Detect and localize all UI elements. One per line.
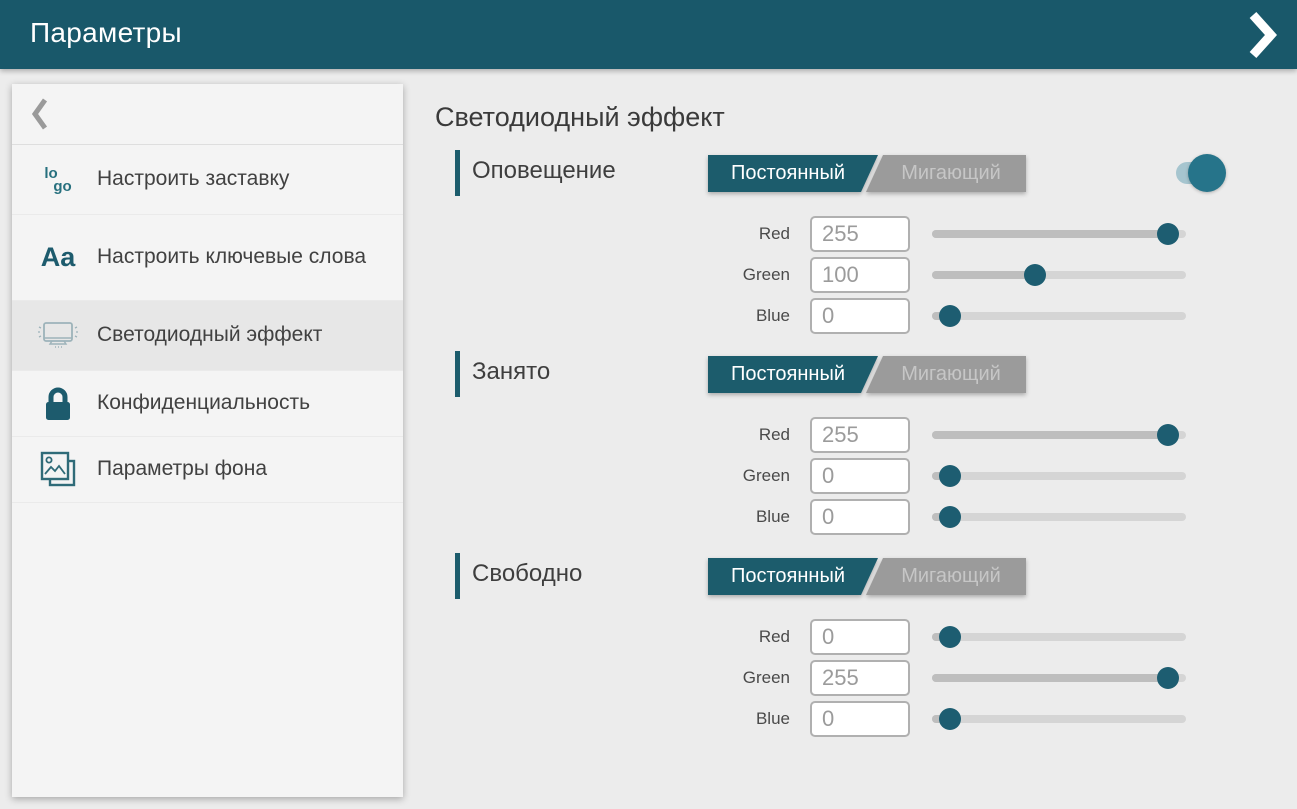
mode-option-blinking[interactable]: Мигающий: [866, 155, 1026, 192]
mode-option-constant[interactable]: Постоянный: [708, 558, 878, 595]
channel-label: Blue: [690, 709, 790, 729]
channel-row-red: Red: [435, 618, 1186, 655]
section-notification: Оповещение Постоянный Мигающий Red Green: [435, 150, 1235, 350]
slider-thumb[interactable]: [1157, 424, 1179, 446]
channel-slider[interactable]: [932, 465, 1186, 487]
mode-option-constant[interactable]: Постоянный: [708, 155, 878, 192]
section-free: Свободно Постоянный Мигающий Red Green: [435, 553, 1235, 753]
channel-value-input[interactable]: [810, 499, 910, 535]
switch-knob[interactable]: [1188, 154, 1226, 192]
slider-fill: [932, 271, 1035, 279]
collapse-panel-icon[interactable]: [1247, 11, 1277, 59]
sidebar-item-label: Настроить ключевые слова: [97, 244, 366, 270]
channel-label: Green: [690, 668, 790, 688]
sidebar-item-privacy[interactable]: Конфиденциальность: [12, 371, 403, 437]
channel-value-input[interactable]: [810, 298, 910, 334]
slider-thumb[interactable]: [1157, 223, 1179, 245]
sidebar-item-label: Настроить заставку: [97, 166, 289, 192]
logo-icon: lo go: [32, 167, 84, 193]
sidebar-item-label: Светодиодный эффект: [97, 322, 322, 348]
channel-row-green: Green: [435, 457, 1186, 494]
channel-label: Blue: [690, 306, 790, 326]
section-title: Оповещение: [472, 157, 616, 185]
slider-thumb[interactable]: [1024, 264, 1046, 286]
mode-toggle: Постоянный Мигающий: [708, 558, 1026, 595]
slider-fill: [932, 230, 1168, 238]
slider-track: [932, 472, 1186, 480]
channel-row-blue: Blue: [435, 498, 1186, 535]
channel-row-blue: Blue: [435, 297, 1186, 334]
channel-slider[interactable]: [932, 264, 1186, 286]
notification-led-switch[interactable]: [1176, 162, 1218, 184]
channel-slider[interactable]: [932, 223, 1186, 245]
mode-toggle: Постоянный Мигающий: [708, 356, 1026, 393]
sidebar-item-label: Параметры фона: [97, 456, 267, 482]
channel-value-input[interactable]: [810, 216, 910, 252]
channel-row-green: Green: [435, 256, 1186, 293]
channel-slider[interactable]: [932, 305, 1186, 327]
channel-value-input[interactable]: [810, 257, 910, 293]
section-title: Свободно: [472, 560, 582, 588]
monitor-icon: [32, 317, 84, 355]
channel-row-red: Red: [435, 215, 1186, 252]
channel-slider[interactable]: [932, 626, 1186, 648]
led-effect-panel: Светодиодный эффект Оповещение Постоянны…: [435, 69, 1297, 809]
chevron-right-icon: [1247, 11, 1277, 59]
mode-option-blinking[interactable]: Мигающий: [866, 356, 1026, 393]
page-title: Параметры: [30, 17, 182, 49]
slider-fill: [932, 431, 1168, 439]
mode-option-blinking[interactable]: Мигающий: [866, 558, 1026, 595]
slider-track: [932, 715, 1186, 723]
sidebar-item-led-effect[interactable]: Светодиодный эффект: [12, 301, 403, 371]
mode-toggle: Постоянный Мигающий: [708, 155, 1026, 192]
sidebar-item-keywords[interactable]: Aa Настроить ключевые слова: [12, 215, 403, 301]
channel-slider[interactable]: [932, 506, 1186, 528]
slider-fill: [932, 674, 1168, 682]
chevron-left-icon: [32, 98, 47, 130]
channel-label: Red: [690, 627, 790, 647]
channel-value-input[interactable]: [810, 458, 910, 494]
section-accent-bar: [455, 351, 460, 397]
slider-track: [932, 312, 1186, 320]
channel-slider[interactable]: [932, 424, 1186, 446]
channel-slider[interactable]: [932, 667, 1186, 689]
slider-track: [932, 513, 1186, 521]
slider-track: [932, 633, 1186, 641]
lock-icon: [32, 386, 84, 422]
aa-icon: Aa: [32, 244, 84, 271]
settings-sidebar: lo go Настроить заставку Aa Настроить кл…: [12, 84, 403, 797]
channel-slider[interactable]: [932, 708, 1186, 730]
sidebar-back-button[interactable]: [12, 84, 403, 145]
channel-value-input[interactable]: [810, 417, 910, 453]
sidebar-item-background[interactable]: Параметры фона: [12, 437, 403, 503]
channel-label: Red: [690, 425, 790, 445]
channel-row-green: Green: [435, 659, 1186, 696]
slider-thumb[interactable]: [939, 305, 961, 327]
sidebar-item-label: Конфиденциальность: [97, 390, 310, 416]
slider-thumb[interactable]: [939, 465, 961, 487]
channel-value-input[interactable]: [810, 660, 910, 696]
section-accent-bar: [455, 553, 460, 599]
sidebar-item-screensaver[interactable]: lo go Настроить заставку: [12, 145, 403, 215]
content-title: Светодиодный эффект: [435, 102, 725, 133]
channel-row-blue: Blue: [435, 700, 1186, 737]
channel-row-red: Red: [435, 416, 1186, 453]
images-icon: [32, 449, 84, 491]
slider-thumb[interactable]: [939, 506, 961, 528]
section-busy: Занято Постоянный Мигающий Red Green B: [435, 351, 1235, 551]
app-header: Параметры: [0, 0, 1297, 69]
slider-thumb[interactable]: [939, 708, 961, 730]
channel-value-input[interactable]: [810, 701, 910, 737]
section-title: Занято: [472, 358, 550, 386]
slider-thumb[interactable]: [1157, 667, 1179, 689]
channel-label: Red: [690, 224, 790, 244]
channel-label: Blue: [690, 507, 790, 527]
mode-option-constant[interactable]: Постоянный: [708, 356, 878, 393]
channel-label: Green: [690, 466, 790, 486]
channel-label: Green: [690, 265, 790, 285]
slider-thumb[interactable]: [939, 626, 961, 648]
channel-value-input[interactable]: [810, 619, 910, 655]
section-accent-bar: [455, 150, 460, 196]
